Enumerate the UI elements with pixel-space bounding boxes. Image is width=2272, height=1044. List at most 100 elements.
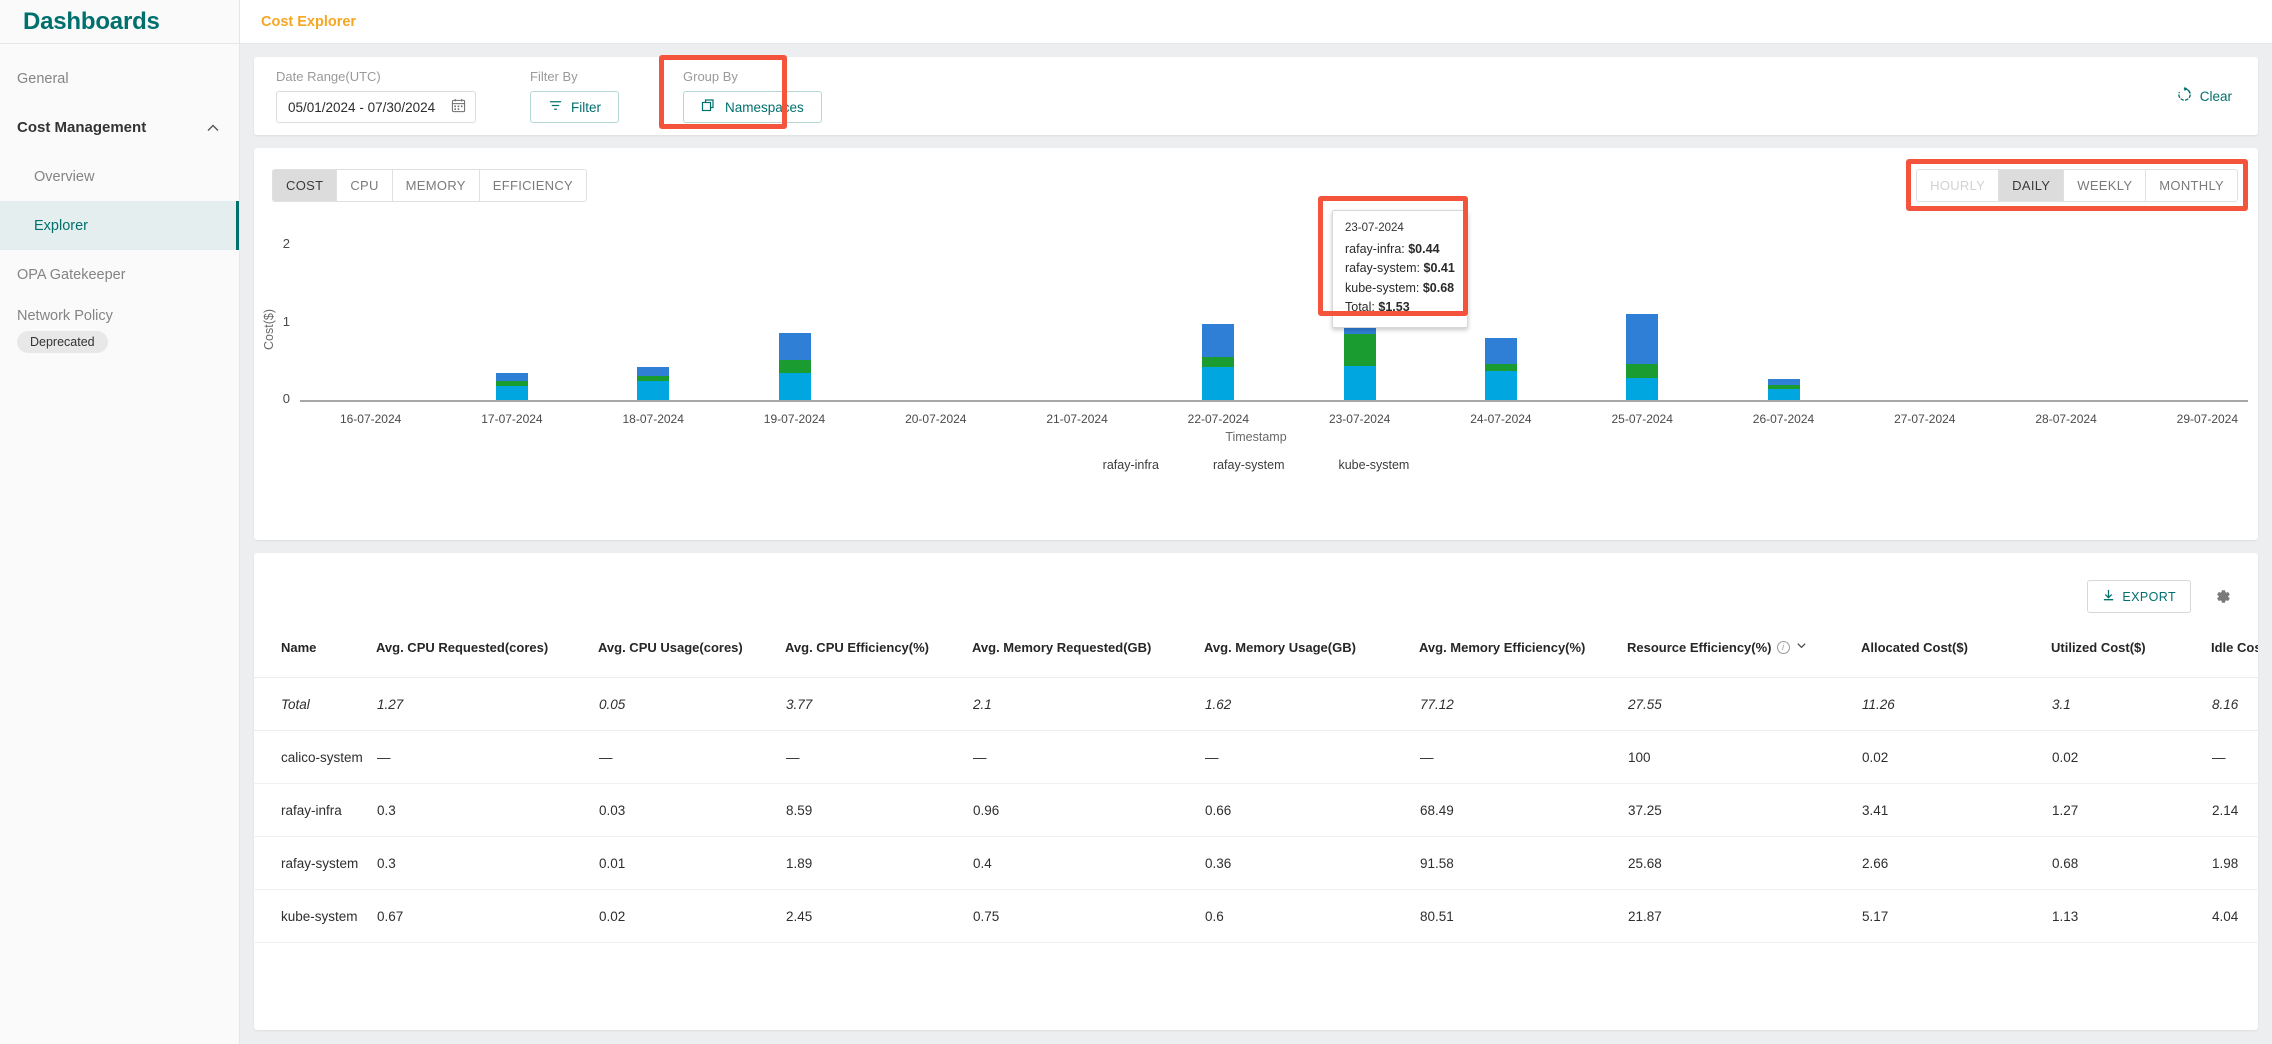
- chart-bar-segment[interactable]: [778, 333, 811, 361]
- chart-bar-segment[interactable]: [1767, 379, 1800, 386]
- table-row[interactable]: calico-system — — — — — —100 0.02 0.02—: [254, 730, 2258, 784]
- chart-bar-segment[interactable]: [1626, 378, 1659, 400]
- chart-bar-segment[interactable]: [495, 386, 528, 400]
- chevron-down-icon[interactable]: [1795, 639, 1808, 655]
- chart-bar-segment[interactable]: [495, 372, 528, 381]
- sidebar-item-general[interactable]: General: [0, 54, 239, 103]
- table-row[interactable]: Total 1.27 0.05 3.77 2.1 1.62 77.12 27.55 11.26 3…: [254, 677, 2258, 731]
- table-cell: 1.27: [2051, 783, 2211, 837]
- tab-memory[interactable]: MEMORY: [393, 170, 480, 201]
- sidebar-item-explorer[interactable]: Explorer: [0, 201, 239, 250]
- table-cell: 0.4: [972, 836, 1204, 890]
- chart-zone: COST CPU MEMORY EFFICIENCY HOURLY DAILY …: [240, 135, 2272, 540]
- chart-bar-segment[interactable]: [1484, 370, 1517, 400]
- chart-x-tick: 24-07-2024: [1470, 412, 1532, 426]
- granularity-monthly[interactable]: MONTHLY: [2146, 170, 2237, 201]
- tab-efficiency[interactable]: EFFICIENCY: [480, 170, 586, 201]
- chart-bar-segment[interactable]: [1767, 389, 1800, 400]
- table-cell: 8.59: [785, 783, 972, 837]
- table-cell: 91.58: [1419, 836, 1627, 890]
- granularity-weekly[interactable]: WEEKLY: [2064, 170, 2147, 201]
- chart-bar-segment[interactable]: [1202, 367, 1235, 400]
- cost-chart-card: COST CPU MEMORY EFFICIENCY HOURLY DAILY …: [254, 148, 2258, 540]
- sidebar-item-network-policy[interactable]: Network Policy: [0, 299, 239, 333]
- chart-legend-item[interactable]: rafay-system: [1213, 458, 1285, 472]
- column-header-avg-cpu-efficiency[interactable]: Avg. CPU Efficiency(%): [785, 629, 972, 678]
- table-cell: 68.49: [1419, 783, 1627, 837]
- chart-legend-item[interactable]: rafay-infra: [1103, 458, 1159, 472]
- tab-cost[interactable]: COST: [273, 170, 338, 201]
- info-icon[interactable]: i: [1776, 640, 1790, 654]
- sidebar-item-label: OPA Gatekeeper: [17, 266, 126, 283]
- chart-bar-segment[interactable]: [1626, 364, 1659, 379]
- column-header-avg-cpu-usage[interactable]: Avg. CPU Usage(cores): [598, 629, 785, 678]
- sidebar-item-cost-management[interactable]: Cost Management: [0, 103, 239, 152]
- table-cell: —: [2211, 730, 2258, 784]
- table-cell: 0.02: [1861, 730, 2051, 784]
- chart-bar-segment[interactable]: [1202, 324, 1235, 357]
- chart-bar-segment[interactable]: [637, 381, 670, 400]
- chart-bar-segment[interactable]: [1767, 385, 1800, 390]
- chart-legend-item[interactable]: kube-system: [1338, 458, 1409, 472]
- granularity-daily[interactable]: DAILY: [1999, 170, 2065, 201]
- chart-bar-segment[interactable]: [495, 380, 528, 387]
- table-cell: 3.41: [1861, 783, 2051, 837]
- table-row[interactable]: rafay-system 0.3 0.01 1.89 0.4 0.36 91.58 25.68…: [254, 836, 2258, 890]
- chart-bar-segment[interactable]: [1626, 313, 1659, 365]
- table-cell: 21.87: [1627, 889, 1861, 943]
- table-cell: —: [1419, 730, 1627, 784]
- chart-bar-segment[interactable]: [778, 360, 811, 373]
- table-cell: 2.66: [1861, 836, 2051, 890]
- filter-button-label: Filter: [571, 99, 601, 115]
- clear-button[interactable]: Clear: [2176, 86, 2240, 106]
- table-cell: 0.03: [598, 783, 785, 837]
- table-row[interactable]: kube-system 0.67 0.02 2.45 0.75 0.6 80.51 21.87…: [254, 889, 2258, 943]
- column-header-name[interactable]: Name: [254, 629, 376, 678]
- chart-bar-segment[interactable]: [1202, 356, 1235, 368]
- export-button[interactable]: EXPORT: [2087, 580, 2191, 613]
- column-header-avg-cpu-requested[interactable]: Avg. CPU Requested(cores): [376, 629, 598, 678]
- table-cell: 1.27: [376, 677, 598, 731]
- chart-bar-segment[interactable]: [778, 372, 811, 400]
- sidebar-item-overview[interactable]: Overview: [0, 152, 239, 201]
- column-header-utilized-cost[interactable]: Utilized Cost($): [2051, 629, 2211, 678]
- chart-bar-segment[interactable]: [1484, 338, 1517, 365]
- tab-cpu[interactable]: CPU: [337, 170, 393, 201]
- chart-bar-segment[interactable]: [1343, 334, 1376, 366]
- sidebar-item-network-policy-wrap: Network Policy Deprecated: [0, 299, 239, 353]
- table-cell: 0.01: [598, 836, 785, 890]
- group-by-namespaces-button[interactable]: Namespaces: [683, 91, 822, 123]
- status-badge-deprecated: Deprecated: [17, 331, 108, 353]
- chart-bar-segment[interactable]: [1343, 365, 1376, 400]
- chart-bar-segment[interactable]: [637, 367, 670, 376]
- table-cell-name: rafay-system: [254, 836, 376, 890]
- table-cell: 1.98: [2211, 836, 2258, 890]
- chart-bar-segment[interactable]: [1484, 364, 1517, 371]
- column-header-avg-memory-usage[interactable]: Avg. Memory Usage(GB): [1204, 629, 1419, 678]
- table-cell: 2.1: [972, 677, 1204, 731]
- chart-bar-segment[interactable]: [637, 375, 670, 382]
- filter-card: Date Range(UTC) 05/01/2024 - 07/30/2024: [254, 55, 2258, 135]
- tooltip-row: rafay-system: $0.41: [1345, 259, 1455, 278]
- column-header-allocated-cost[interactable]: Allocated Cost($): [1861, 629, 2051, 678]
- column-header-avg-memory-requested[interactable]: Avg. Memory Requested(GB): [972, 629, 1204, 678]
- table-cell: 0.02: [2051, 730, 2211, 784]
- filter-button[interactable]: Filter: [530, 91, 619, 123]
- gear-icon[interactable]: [2213, 587, 2232, 606]
- chart-x-tick: 21-07-2024: [1046, 412, 1108, 426]
- sidebar-item-opa-gatekeeper[interactable]: OPA Gatekeeper: [0, 250, 239, 299]
- layers-icon: [701, 98, 717, 117]
- group-by-label: Group By: [683, 69, 738, 84]
- table-toolbar: EXPORT: [254, 553, 2258, 629]
- column-header-resource-efficiency[interactable]: Resource Efficiency(%) i: [1627, 629, 1861, 678]
- table-cell: 0.75: [972, 889, 1204, 943]
- date-range-input[interactable]: 05/01/2024 - 07/30/2024: [276, 91, 476, 123]
- tooltip-value: $0.41: [1423, 261, 1455, 276]
- column-header-idle-cost[interactable]: Idle Cost($): [2211, 629, 2258, 678]
- table-row[interactable]: rafay-infra 0.3 0.03 8.59 0.96 0.66 68.49 37.25…: [254, 783, 2258, 837]
- column-header-avg-memory-efficiency[interactable]: Avg. Memory Efficiency(%): [1419, 629, 1627, 678]
- table-cell: 77.12: [1419, 677, 1627, 731]
- table-cell: 0.67: [376, 889, 598, 943]
- table-cell: 8.16: [2211, 677, 2258, 731]
- filter-icon: [548, 98, 563, 116]
